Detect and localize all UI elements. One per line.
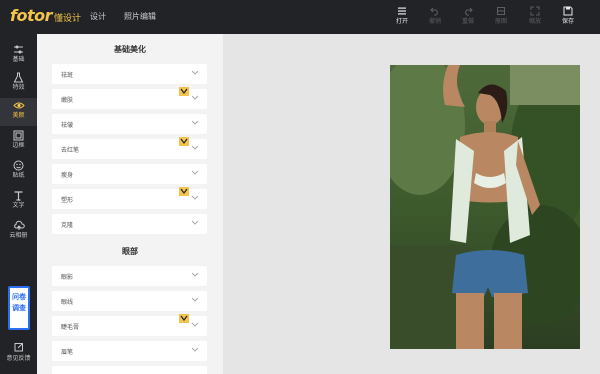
- cloud-icon: [13, 220, 25, 230]
- rail-item-sticker[interactable]: 贴纸: [0, 158, 37, 186]
- option-label: 眼线: [61, 299, 74, 306]
- save-icon: [563, 6, 573, 16]
- rail-label-cloud: 云相册: [9, 232, 28, 239]
- rail-label-text: 文字: [12, 202, 25, 209]
- option-label: 祛斑: [61, 72, 74, 79]
- photo-image: [390, 65, 580, 349]
- survey-button[interactable]: 问卷 调查: [8, 286, 30, 330]
- undo-icon: [430, 7, 438, 16]
- chevron-down-icon: [191, 120, 199, 125]
- redo-label: 重做: [461, 18, 474, 25]
- rail-item-effects[interactable]: 特效: [0, 70, 37, 98]
- undo-button[interactable]: 撤销: [420, 6, 450, 30]
- option-row-clone[interactable]: 克隆: [52, 214, 207, 234]
- option-row-skin[interactable]: 嫩肤: [52, 87, 207, 109]
- feedback-label: 意见反馈: [6, 355, 31, 362]
- nav-photo-edit-link[interactable]: 照片编辑: [124, 11, 156, 22]
- menu-icon: [398, 7, 406, 15]
- option-label: 塑形: [61, 197, 74, 204]
- rail-item-beauty[interactable]: 美颜: [0, 98, 37, 126]
- original-button[interactable]: 原图: [486, 6, 516, 30]
- vip-badge-icon: [179, 187, 189, 196]
- option-row-red-pen[interactable]: 去红笔: [52, 137, 207, 159]
- vip-badge-icon: [179, 137, 189, 146]
- rail-label-basic: 基础: [12, 56, 25, 63]
- option-label: 眼影: [61, 274, 74, 281]
- nav-design-link[interactable]: 设计: [90, 11, 106, 22]
- sliders-icon: [14, 45, 23, 54]
- option-label: 祛皱: [61, 122, 74, 129]
- feedback-button[interactable]: 意见反馈: [0, 342, 37, 362]
- beauty-options-panel: 基础美化 祛斑 嫩肤 祛皱 去红笔 瘦身 塑形 克隆 眼部 眼影 眼线 睫毛膏 …: [37, 34, 223, 374]
- open-button[interactable]: 打开: [387, 6, 417, 30]
- eye-icon: [12, 102, 25, 109]
- flask-icon: [13, 72, 24, 83]
- redo-button[interactable]: 重做: [453, 6, 483, 30]
- chevron-down-icon: [191, 347, 199, 352]
- save-button[interactable]: 保存: [553, 6, 583, 30]
- option-row-mascara[interactable]: 睫毛膏: [52, 314, 207, 336]
- edit-icon: [14, 343, 23, 352]
- chevron-down-icon: [191, 70, 199, 75]
- sticker-icon: [13, 160, 24, 171]
- logo-wordmark: fotor: [10, 6, 52, 25]
- chevron-down-icon: [191, 95, 199, 100]
- rail-label-sticker: 贴纸: [12, 172, 25, 179]
- vip-badge-icon: [179, 87, 189, 96]
- fotor-logo[interactable]: fotor 懂设计: [10, 6, 81, 26]
- top-bar: fotor 懂设计 设计 照片编辑 打开 撤销 重做 原图 缩放 保存: [0, 0, 600, 34]
- option-label: 克隆: [61, 222, 74, 229]
- rail-item-text[interactable]: 文字: [0, 188, 37, 216]
- option-row-wrinkle[interactable]: 祛皱: [52, 114, 207, 134]
- zoom-button[interactable]: 缩放: [520, 6, 550, 30]
- option-label: 嫩肤: [61, 97, 74, 104]
- chevron-down-icon: [191, 322, 199, 327]
- original-icon: [497, 7, 505, 15]
- logo-subtitle: 懂设计: [53, 14, 81, 24]
- section-title-basic-beauty: 基础美化: [114, 45, 146, 54]
- undo-label: 撤销: [428, 18, 441, 25]
- rail-item-basic[interactable]: 基础: [0, 42, 37, 70]
- redo-icon: [465, 7, 473, 16]
- option-row-eyeliner[interactable]: 眼线: [52, 291, 207, 311]
- chevron-down-icon: [191, 145, 199, 150]
- option-label: 去红笔: [61, 147, 80, 154]
- save-label: 保存: [561, 18, 574, 25]
- open-label: 打开: [395, 18, 408, 25]
- section-title-eyes: 眼部: [122, 247, 138, 256]
- option-row-freckle[interactable]: 祛斑: [52, 64, 207, 84]
- chevron-down-icon: [191, 297, 199, 302]
- original-label: 原图: [494, 18, 507, 25]
- rail-label-beauty: 美颜: [12, 112, 25, 119]
- chevron-down-icon: [191, 220, 199, 225]
- option-row-eyeshadow[interactable]: 眼影: [52, 266, 207, 286]
- rail-label-frame: 边框: [12, 142, 25, 149]
- rail-item-frame[interactable]: 边框: [0, 128, 37, 156]
- rail-item-cloud[interactable]: 云相册: [0, 218, 37, 246]
- option-row-partial: [52, 366, 207, 374]
- chevron-down-icon: [191, 272, 199, 277]
- option-label: 瘦身: [61, 172, 74, 179]
- chevron-down-icon: [191, 195, 199, 200]
- option-row-reshape[interactable]: 塑形: [52, 187, 207, 209]
- option-row-slim[interactable]: 瘦身: [52, 164, 207, 184]
- chevron-down-icon: [191, 170, 199, 175]
- survey-line-2: 调查: [12, 304, 26, 312]
- text-icon: [14, 191, 23, 201]
- option-label: 睫毛膏: [61, 324, 80, 331]
- option-row-eyebrow[interactable]: 眉笔: [52, 341, 207, 361]
- option-label: 眉笔: [61, 349, 74, 356]
- edited-photo[interactable]: [390, 65, 580, 349]
- vip-badge-icon: [179, 314, 189, 323]
- left-rail: 基础 特效 美颜 边框 贴纸 文字 云相册 问卷 调查 意见反馈: [0, 34, 37, 374]
- frame-icon: [13, 130, 24, 141]
- zoom-icon: [530, 6, 540, 16]
- zoom-label: 缩放: [528, 18, 541, 25]
- survey-line-1: 问卷: [12, 293, 26, 301]
- rail-label-effects: 特效: [12, 84, 25, 91]
